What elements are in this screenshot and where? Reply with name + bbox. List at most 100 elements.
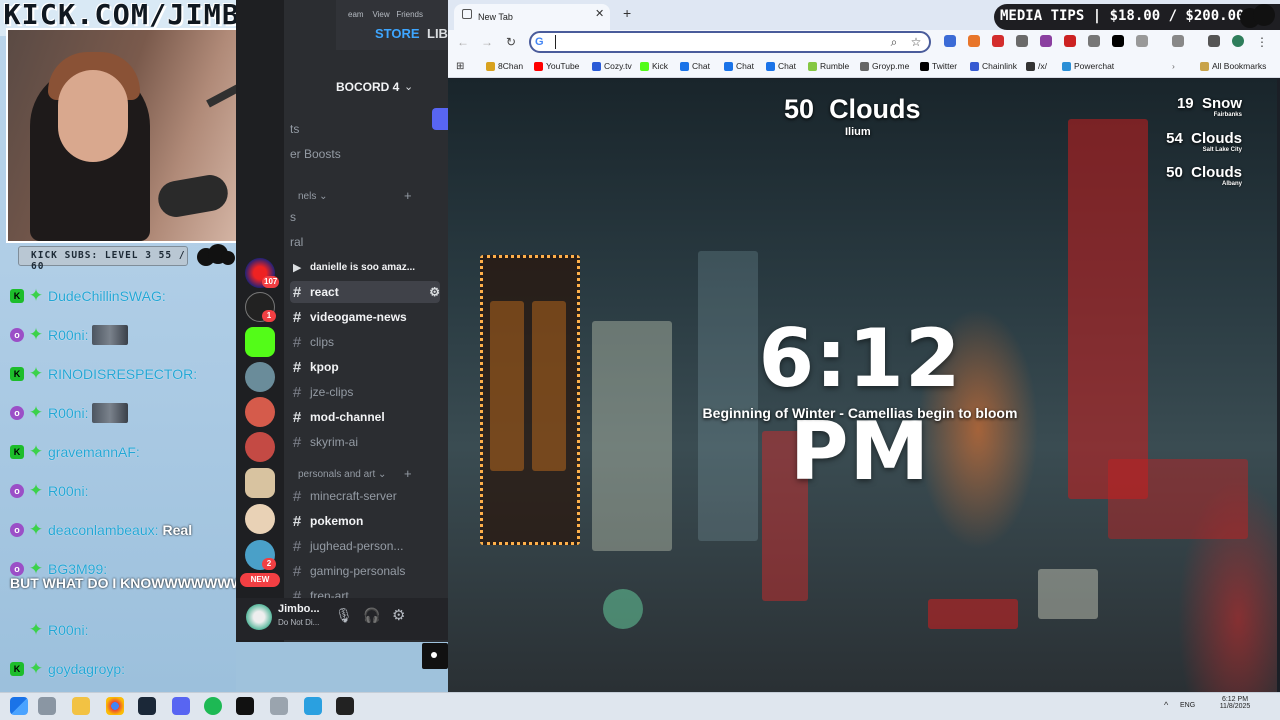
chat-username[interactable]: gravemannAF: (48, 444, 140, 460)
app-icon[interactable] (336, 697, 354, 715)
discord-item-partial[interactable]: ts (290, 118, 440, 140)
address-bar[interactable] (529, 31, 931, 53)
channel-item[interactable]: # jughead-person... (290, 535, 440, 557)
bookmark-item[interactable]: Chainlink (970, 61, 1017, 71)
app-icon[interactable] (270, 697, 288, 715)
bookmark-item[interactable]: Powerchat (1062, 61, 1114, 71)
microphone-icon[interactable]: 🎙 (335, 607, 353, 624)
channel-item[interactable]: # pokemon (290, 510, 440, 532)
tab-store[interactable]: STORE (375, 26, 420, 41)
discord-item-partial-s[interactable]: s (290, 206, 440, 228)
chat-username[interactable]: DudeChillinSWAG: (48, 288, 166, 304)
category-channels[interactable]: nels ⌄ (298, 191, 328, 202)
bookmark-item[interactable]: Rumble (808, 61, 849, 71)
file-explorer-icon[interactable] (72, 697, 90, 715)
extension-icon[interactable] (1040, 35, 1052, 47)
headphones-icon[interactable]: 🎧 (363, 607, 380, 624)
chat-username[interactable]: R00ni: (48, 327, 88, 343)
menu-kebab-icon[interactable]: ⋮ (1255, 35, 1269, 49)
bookmark-item[interactable]: 8Chan (486, 61, 523, 71)
channel-item[interactable]: # react ⚙ (290, 281, 440, 303)
add-channel-icon[interactable]: + (404, 188, 412, 203)
hash-icon: # (292, 562, 302, 580)
chat-username[interactable]: deaconlambeaux: (48, 522, 159, 538)
bookmark-item[interactable]: Chat (680, 61, 710, 71)
sparkle-badge-icon: ✦ (28, 364, 44, 383)
settings-gear-icon[interactable]: ⚙ (392, 606, 405, 624)
channel-item[interactable]: # skyrim-ai (290, 431, 440, 453)
bookmark-label: Twitter (932, 61, 958, 71)
channel-item[interactable]: ▸ danielle is soo amaz... (290, 256, 440, 278)
server-icon[interactable] (245, 504, 275, 534)
extension-icon[interactable] (1208, 35, 1220, 47)
chat-username[interactable]: goydagroyp: (48, 661, 125, 677)
add-channel-icon[interactable]: + (404, 466, 412, 481)
reload-icon[interactable]: ↻ (504, 35, 518, 49)
channel-item[interactable]: # minecraft-server (290, 485, 440, 507)
bookmark-overflow-icon[interactable]: › (1172, 61, 1175, 71)
server-icon[interactable] (245, 432, 275, 462)
category-personals[interactable]: personals and art ⌄ (298, 469, 386, 480)
discord-item-general[interactable]: ral (290, 231, 440, 253)
spotify-icon[interactable] (204, 697, 222, 715)
bookmark-item[interactable]: Groyp.me (860, 61, 909, 71)
thread-arrow-icon: ▸ (293, 259, 301, 276)
puzzle-extensions-icon[interactable] (1136, 35, 1148, 47)
channel-item[interactable]: # clips (290, 331, 440, 353)
server-icon[interactable] (245, 468, 275, 498)
bookmark-item[interactable]: Chat (766, 61, 796, 71)
bookmark-item[interactable]: /x/ (1026, 61, 1047, 71)
server-icon[interactable] (245, 397, 275, 427)
chat-username[interactable]: R00ni: (48, 405, 88, 421)
new-tab-icon[interactable]: + (623, 5, 631, 21)
chrome-icon[interactable] (106, 697, 124, 715)
extension-icon[interactable] (1016, 35, 1028, 47)
channel-item[interactable]: # kpop (290, 356, 440, 378)
metamask-icon[interactable] (968, 35, 980, 47)
bookmark-item[interactable]: Cozy.tv (592, 61, 632, 71)
task-view-icon[interactable] (38, 697, 56, 715)
windows-start-icon[interactable] (10, 697, 28, 715)
zoom-icon[interactable]: ⌕ (887, 35, 901, 50)
apps-grid-icon[interactable]: ⊞ (456, 61, 464, 72)
discord-item-boosts[interactable]: er Boosts (290, 143, 440, 165)
bookmark-star-icon[interactable]: ☆ (909, 35, 923, 49)
avatar[interactable] (246, 604, 272, 630)
server-name[interactable]: BOCORD 4 (336, 80, 399, 94)
bookmark-item[interactable]: Chat (724, 61, 754, 71)
kick-server-icon[interactable] (245, 327, 275, 357)
profile-avatar-icon[interactable] (1232, 35, 1244, 47)
bookmark-item[interactable]: YouTube (534, 61, 579, 71)
all-bookmarks[interactable]: All Bookmarks (1200, 61, 1266, 71)
extension-icon[interactable] (944, 35, 956, 47)
channel-item[interactable]: # gaming-personals (290, 560, 440, 582)
chat-username[interactable]: RINODISRESPECTOR: (48, 366, 197, 382)
chat-username[interactable]: R00ni: (48, 483, 88, 499)
channel-item[interactable]: # videogame-news (290, 306, 440, 328)
bookmark-item[interactable]: Kick (640, 61, 668, 71)
close-tab-icon[interactable]: ✕ (595, 7, 604, 20)
channel-item[interactable]: # mod-channel (290, 406, 440, 428)
language-indicator[interactable]: ENG (1180, 702, 1195, 709)
forward-icon[interactable]: → (480, 35, 494, 49)
bookmark-item[interactable]: Twitter (920, 61, 957, 71)
ublock-icon[interactable] (992, 35, 1004, 47)
steam-icon[interactable] (138, 697, 156, 715)
app-icon[interactable] (236, 697, 254, 715)
extension-icon[interactable] (1172, 35, 1184, 47)
tray-chevron-icon[interactable]: ^ (1164, 700, 1168, 710)
back-icon[interactable]: ← (456, 35, 470, 49)
browser-tab[interactable]: New Tab (454, 4, 610, 30)
clock-tray[interactable]: 6:12 PM 11/8/2025 (1210, 696, 1260, 710)
server-icon[interactable] (245, 362, 275, 392)
server-mention-badge: 2 (262, 558, 276, 570)
chevron-down-icon[interactable]: ⌄ (404, 80, 413, 93)
extension-icon[interactable] (1064, 35, 1076, 47)
chat-username[interactable]: R00ni: (48, 622, 88, 638)
channel-item[interactable]: # jze-clips (290, 381, 440, 403)
x-icon[interactable] (1112, 35, 1124, 47)
discord-icon[interactable] (172, 697, 190, 715)
extension-icon[interactable] (1088, 35, 1100, 47)
channel-settings-gear-icon[interactable]: ⚙ (429, 285, 440, 299)
telegram-icon[interactable] (304, 697, 322, 715)
